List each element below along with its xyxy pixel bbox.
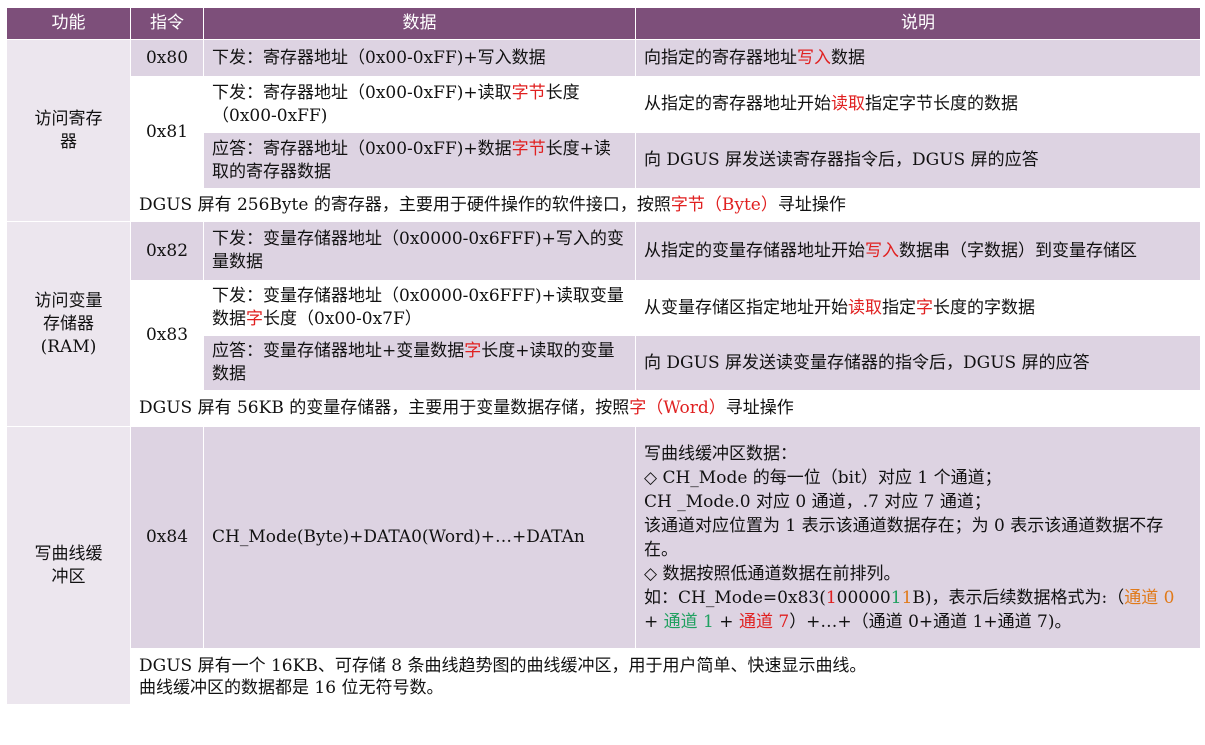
data-highlight: 字 bbox=[464, 341, 482, 361]
example-bit: 1 bbox=[901, 587, 913, 608]
example-channel: 通道 1 bbox=[663, 611, 714, 632]
code-0x83: 0x83 bbox=[130, 280, 204, 391]
data-0x82: 下发：变量存储器地址（0x0000-0x6FFF)+写入的变量数据 bbox=[203, 221, 636, 281]
table-row: 访问变量存储器 (RAM) 0x82 下发：变量存储器地址（0x0000-0x6… bbox=[6, 221, 1201, 427]
example-channel: 通道 0 bbox=[1124, 587, 1175, 608]
desc-0x82: 从指定的变量存储器地址开始写入数据串（字数据）到变量存储区 bbox=[635, 221, 1201, 281]
table-row: DGUS 屏有 256Byte 的寄存器，主要用于硬件操作的软件接口，按照字节（… bbox=[7, 188, 1201, 222]
desc-text: 长度的字数据 bbox=[933, 297, 1035, 318]
command-table: 功能 指令 数据 说明 访问寄存器 0x80 下发：寄存器地址（0x00-0xF… bbox=[6, 7, 1201, 705]
desc-text: 数据串（字数据）到变量存储区 bbox=[899, 240, 1137, 261]
desc-highlight: 写入 bbox=[797, 47, 831, 68]
data-highlight: 字 bbox=[246, 309, 263, 329]
desc-highlight: 字 bbox=[916, 297, 933, 318]
example-bit: 1 bbox=[825, 587, 837, 608]
desc-0x81-send: 从指定的寄存器地址开始读取指定字节长度的数据 bbox=[635, 76, 1201, 133]
data-highlight: 字节 bbox=[511, 138, 546, 159]
table-row: DGUS 屏有一个 16KB、可存储 8 条曲线趋势图的曲线缓冲区，用于用户简单… bbox=[7, 648, 1201, 705]
table-row: DGUS 屏有 56KB 的变量存储器，主要用于变量数据存储，按照字（Word）… bbox=[7, 390, 1201, 427]
example-text: 如：CH_Mode=0x83( bbox=[644, 587, 826, 608]
data-0x81-reply: 应答：寄存器地址（0x00-0xFF)+数据字节长度+读取的寄存器数据 bbox=[203, 132, 636, 189]
desc-highlight: 读取 bbox=[848, 297, 882, 318]
example-text: 00000 bbox=[836, 587, 891, 608]
desc-text: 从指定的寄存器地址开始 bbox=[644, 94, 831, 114]
desc-highlight: 读取 bbox=[831, 94, 865, 114]
note-curve: DGUS 屏有一个 16KB、可存储 8 条曲线趋势图的曲线缓冲区，用于用户简单… bbox=[130, 648, 1201, 705]
desc-line: ◇ CH_Mode 的每一位（bit）对应 1 个通道； bbox=[644, 467, 1002, 488]
note-line: DGUS 屏有一个 16KB、可存储 8 条曲线趋势图的曲线缓冲区，用于用户简单… bbox=[139, 655, 867, 676]
note-highlight: 字节（Byte） bbox=[670, 194, 778, 215]
header-desc: 说明 bbox=[635, 7, 1201, 40]
desc-line: 该通道对应位置为 1 表示该通道数据存在；为 0 表示该通道数据不存在。 bbox=[644, 515, 1164, 560]
example-text: + bbox=[713, 611, 739, 632]
desc-text: 指定 bbox=[882, 297, 916, 318]
data-0x81-send: 下发：寄存器地址（0x00-0xFF)+读取字节长度（0x00-0xFF) bbox=[203, 76, 636, 133]
desc-text: 向指定的寄存器地址 bbox=[644, 47, 797, 68]
note-line: 曲线缓冲区的数据都是 16 位无符号数。 bbox=[139, 677, 444, 698]
code-0x80: 0x80 bbox=[130, 39, 204, 77]
desc-text: 指定字节长度的数据 bbox=[865, 94, 1018, 114]
code-0x84: 0x84 bbox=[130, 426, 204, 649]
desc-0x81-reply: 向 DGUS 屏发送读寄存器指令后，DGUS 屏的应答 bbox=[635, 132, 1201, 189]
example-bit: 1 bbox=[890, 587, 902, 608]
note-text: DGUS 屏有 256Byte 的寄存器，主要用于硬件操作的软件接口，按照 bbox=[139, 194, 671, 215]
data-0x84: CH_Mode(Byte)+DATA0(Word)+…+DATAn bbox=[203, 426, 636, 649]
desc-highlight: 写入 bbox=[865, 240, 899, 261]
note-text: 寻址操作 bbox=[725, 398, 794, 418]
desc-0x84: 写曲线缓冲区数据： ◇ CH_Mode 的每一位（bit）对应 1 个通道； C… bbox=[635, 426, 1201, 649]
func-curve: 写曲线缓冲区 bbox=[6, 426, 131, 705]
code-0x81: 0x81 bbox=[130, 76, 204, 189]
data-0x83-reply: 应答：变量存储器地址+变量数据字长度+读取的变量数据 bbox=[203, 335, 636, 391]
data-text: 应答：寄存器地址（0x00-0xFF)+数据 bbox=[212, 138, 512, 159]
data-text: 下发：寄存器地址（0x00-0xFF)+读取 bbox=[212, 82, 512, 103]
note-highlight: 字（Word） bbox=[629, 398, 726, 418]
data-0x80: 下发：寄存器地址（0x00-0xFF)+写入数据 bbox=[203, 39, 636, 77]
header-row: 功能 指令 数据 说明 bbox=[6, 7, 1201, 40]
example-channel: 通道 7 bbox=[738, 611, 790, 632]
desc-text: 从指定的变量存储器地址开始 bbox=[644, 240, 865, 261]
desc-line: CH _Mode.0 对应 0 通道，.7 对应 7 通道； bbox=[644, 491, 991, 512]
table-row: 写曲线缓冲区 0x84 CH_Mode(Byte)+DATA0(Word)+…+… bbox=[6, 426, 1201, 705]
table-row: 访问寄存器 0x80 下发：寄存器地址（0x00-0xFF)+写入数据 向指定的… bbox=[6, 39, 1201, 222]
example-text: B)，表示后续数据格式为:（ bbox=[912, 587, 1125, 608]
func-register: 访问寄存器 bbox=[6, 39, 131, 222]
data-highlight: 字节 bbox=[511, 82, 546, 103]
data-text: 长度（0x00-0x7F） bbox=[263, 309, 422, 329]
desc-line: 写曲线缓冲区数据： bbox=[644, 443, 797, 464]
table-row: 0x81 下发：寄存器地址（0x00-0xFF)+读取字节长度（0x00-0xF… bbox=[7, 76, 1201, 189]
header-data: 数据 bbox=[203, 7, 636, 40]
desc-0x80: 向指定的寄存器地址写入数据 bbox=[635, 39, 1201, 77]
example-text: + bbox=[644, 611, 664, 632]
note-variable: DGUS 屏有 56KB 的变量存储器，主要用于变量数据存储，按照字（Word）… bbox=[130, 390, 1201, 427]
desc-line: ◇ 数据按照低通道数据在前排列。 bbox=[644, 563, 901, 584]
desc-0x83-send: 从变量存储区指定地址开始读取指定字长度的字数据 bbox=[635, 280, 1201, 336]
note-text: 寻址操作 bbox=[777, 194, 846, 215]
desc-text: 从变量存储区指定地址开始 bbox=[644, 297, 848, 318]
note-register: DGUS 屏有 256Byte 的寄存器，主要用于硬件操作的软件接口，按照字节（… bbox=[130, 188, 1201, 222]
func-variable: 访问变量存储器 (RAM) bbox=[6, 221, 131, 427]
data-text: 应答：变量存储器地址+变量数据 bbox=[212, 341, 465, 361]
example-text: ）+…+（通道 0+通道 1+通道 7)。 bbox=[789, 611, 1072, 632]
header-func: 功能 bbox=[6, 7, 131, 40]
header-code: 指令 bbox=[130, 7, 204, 40]
note-text: DGUS 屏有 56KB 的变量存储器，主要用于变量数据存储，按照 bbox=[139, 398, 630, 418]
table-row: 0x83 下发：变量存储器地址（0x0000-0x6FFF)+读取变量数据字长度… bbox=[7, 280, 1201, 391]
desc-line-example: 如：CH_Mode=0x83(10000011B)，表示后续数据格式为:（通道 … bbox=[644, 586, 1192, 634]
desc-0x83-reply: 向 DGUS 屏发送读变量存储器的指令后，DGUS 屏的应答 bbox=[635, 335, 1201, 391]
desc-text: 数据 bbox=[831, 47, 865, 68]
code-0x82: 0x82 bbox=[130, 221, 204, 281]
data-0x83-send: 下发：变量存储器地址（0x0000-0x6FFF)+读取变量数据字长度（0x00… bbox=[203, 280, 636, 336]
